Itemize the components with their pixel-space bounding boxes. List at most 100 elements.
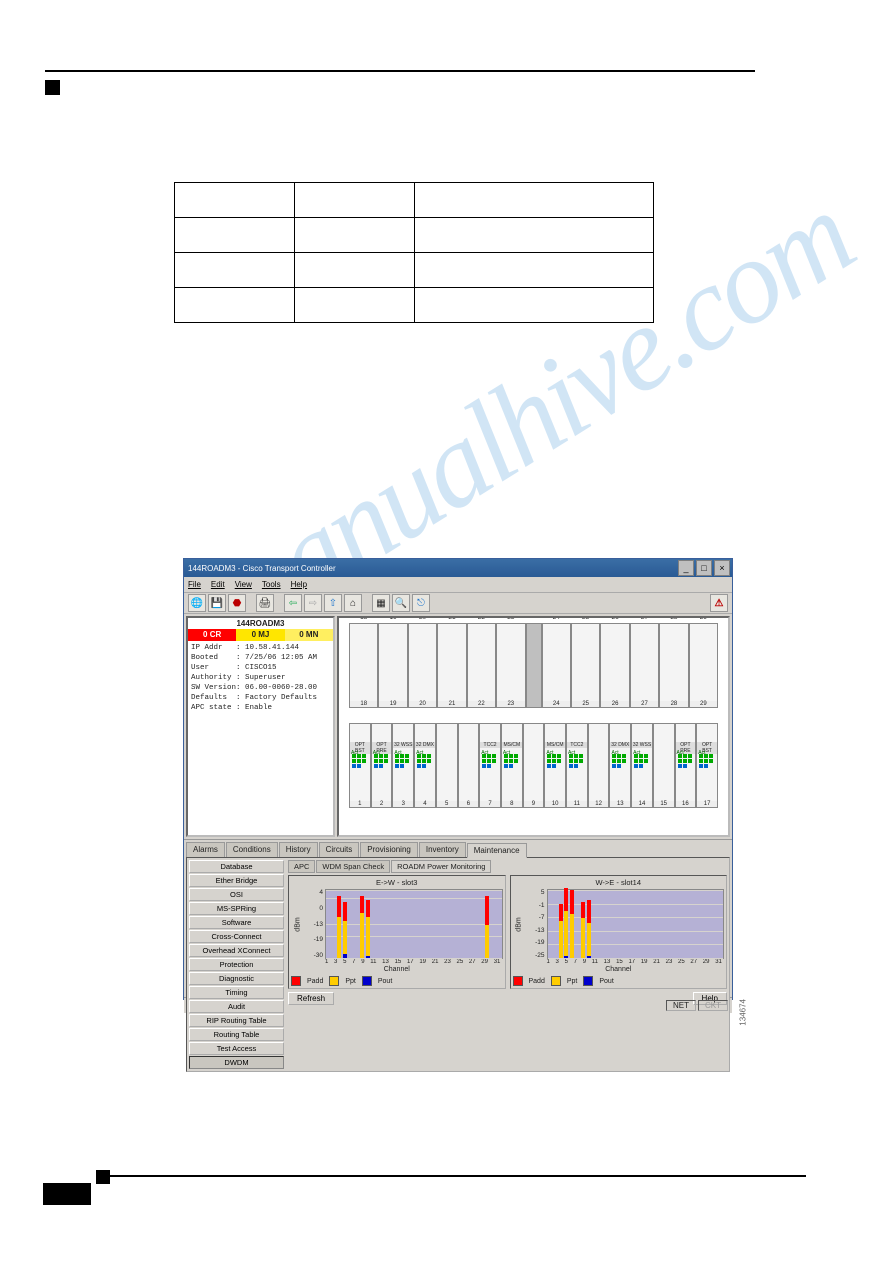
refresh-button[interactable]: Refresh <box>288 992 334 1005</box>
main-tab-conditions[interactable]: Conditions <box>226 842 278 857</box>
alarm-mn[interactable]: 0 MN <box>285 629 333 641</box>
figure-number: 134674 <box>739 999 748 1026</box>
slot-24[interactable]: 2424 <box>542 623 571 708</box>
slot-2[interactable]: 2OPT PREAct <box>371 723 393 808</box>
status-ckt[interactable]: CKT <box>698 1000 728 1011</box>
menu-help[interactable]: Help <box>291 580 307 589</box>
footer-square-large <box>43 1183 91 1205</box>
side-btn-overhead-xconnect[interactable]: Overhead XConnect <box>189 944 284 957</box>
main-tab-provisioning[interactable]: Provisioning <box>360 842 418 857</box>
link-icon[interactable]: ⎋ <box>412 594 430 612</box>
slot-3[interactable]: 332 WSSAct <box>392 723 414 808</box>
alarm-icon[interactable]: ⚠ <box>710 594 728 612</box>
slot-11[interactable]: 11TCC2Act <box>566 723 588 808</box>
side-btn-database[interactable]: Database <box>189 860 284 873</box>
stop-icon[interactable]: ⬣ <box>228 594 246 612</box>
ctc-screenshot: 144ROADM3 - Cisco Transport Controller _… <box>183 558 733 1000</box>
print-icon[interactable]: 🖨 <box>256 594 274 612</box>
home-icon[interactable]: ⌂ <box>344 594 362 612</box>
side-btn-routing-table[interactable]: Routing Table <box>189 1028 284 1041</box>
alarm-mj[interactable]: 0 MJ <box>236 629 284 641</box>
slot-25[interactable]: 2525 <box>571 623 600 708</box>
minimize-button[interactable]: _ <box>678 560 694 576</box>
slot-14[interactable]: 1432 WSSAct <box>631 723 653 808</box>
main-tab-history[interactable]: History <box>279 842 318 857</box>
close-button[interactable]: × <box>714 560 730 576</box>
zoom-icon[interactable]: 🔍 <box>392 594 410 612</box>
header-rule <box>45 70 755 72</box>
sub-tab-apc[interactable]: APC <box>288 860 315 873</box>
slot-23[interactable]: 2323 <box>496 623 525 708</box>
sub-tabs: APCWDM Span CheckROADM Power Monitoring <box>288 860 727 873</box>
window-titlebar[interactable]: 144ROADM3 - Cisco Transport Controller _… <box>184 559 732 577</box>
toolbar: 🌐 💾 ⬣ 🖨 ⇦ ⇨ ⇧ ⌂ ▦ 🔍 ⎋ ⚠ <box>184 592 732 614</box>
slot-7[interactable]: 7TCC2Act <box>479 723 501 808</box>
alarm-cr[interactable]: 0 CR <box>188 629 236 641</box>
status-net[interactable]: NET <box>666 1000 696 1011</box>
slot-22[interactable]: 2222 <box>467 623 496 708</box>
slot-28[interactable]: 2828 <box>659 623 688 708</box>
charts-row: E->W - slot3dBm40-13-19-3013579111315171… <box>288 875 727 989</box>
menubar[interactable]: File Edit View Tools Help <box>184 577 732 592</box>
side-btn-osi[interactable]: OSI <box>189 888 284 901</box>
main-tab-inventory[interactable]: Inventory <box>419 842 466 857</box>
side-btn-rip-routing-table[interactable]: RIP Routing Table <box>189 1014 284 1027</box>
menu-file[interactable]: File <box>188 580 201 589</box>
side-btn-cross-connect[interactable]: Cross-Connect <box>189 930 284 943</box>
node-title: 144ROADM3 <box>188 618 333 629</box>
slot-9[interactable]: 9 <box>523 723 545 808</box>
side-btn-ether-bridge[interactable]: Ether Bridge <box>189 874 284 887</box>
sub-tab-roadm-power-monitoring[interactable]: ROADM Power Monitoring <box>391 860 491 873</box>
slot-20[interactable]: 2020 <box>408 623 437 708</box>
parameter-table <box>174 182 654 323</box>
header-square <box>45 80 60 95</box>
footer-square-small <box>96 1170 110 1184</box>
node-info-text: IP Addr : 10.58.41.144 Booted : 7/25/06 … <box>188 641 333 715</box>
side-btn-audit[interactable]: Audit <box>189 1000 284 1013</box>
slot-16[interactable]: 16OPT PREAct <box>675 723 697 808</box>
main-tab-alarms[interactable]: Alarms <box>186 842 225 857</box>
slot-10[interactable]: 10MS/CMAct <box>544 723 566 808</box>
side-btn-test-access[interactable]: Test Access <box>189 1042 284 1055</box>
fwd-icon[interactable]: ⇨ <box>304 594 322 612</box>
maximize-button[interactable]: □ <box>696 560 712 576</box>
slot-17[interactable]: 17OPT BSTAct <box>696 723 718 808</box>
side-btn-software[interactable]: Software <box>189 916 284 929</box>
slot-21[interactable]: 2121 <box>437 623 466 708</box>
slot-26[interactable]: 2626 <box>600 623 629 708</box>
fan-tray <box>526 623 542 708</box>
node-info-pane: 144ROADM3 0 CR 0 MJ 0 MN IP Addr : 10.58… <box>186 616 335 837</box>
up-icon[interactable]: ⇧ <box>324 594 342 612</box>
slot-4[interactable]: 432 DMXAct <box>414 723 436 808</box>
save-icon[interactable]: 💾 <box>208 594 226 612</box>
main-tab-maintenance[interactable]: Maintenance <box>467 843 527 858</box>
back-icon[interactable]: ⇦ <box>284 594 302 612</box>
chart-w-e-slot14: W->E - slot14dBm5-1-7-13-19-251357911131… <box>510 875 728 989</box>
menu-view[interactable]: View <box>235 580 252 589</box>
side-btn-protection[interactable]: Protection <box>189 958 284 971</box>
slot-1[interactable]: 1OPT BSTAct <box>349 723 371 808</box>
slot-15[interactable]: 15 <box>653 723 675 808</box>
grid-icon[interactable]: ▦ <box>372 594 390 612</box>
side-btn-dwdm[interactable]: DWDM <box>189 1056 284 1069</box>
globe-icon[interactable]: 🌐 <box>188 594 206 612</box>
shelf-view[interactable]: 181819192020212122222323 2424252526262727… <box>337 616 730 837</box>
slot-8[interactable]: 8MS/CMAct <box>501 723 523 808</box>
slot-29[interactable]: 2929 <box>689 623 718 708</box>
menu-edit[interactable]: Edit <box>211 580 225 589</box>
slot-27[interactable]: 2727 <box>630 623 659 708</box>
sub-tab-wdm-span-check[interactable]: WDM Span Check <box>316 860 390 873</box>
side-btn-timing[interactable]: Timing <box>189 986 284 999</box>
slot-13[interactable]: 1332 DMXAct <box>609 723 631 808</box>
slot-18[interactable]: 1818 <box>349 623 378 708</box>
main-tab-circuits[interactable]: Circuits <box>319 842 360 857</box>
slot-5[interactable]: 5 <box>436 723 458 808</box>
slot-6[interactable]: 6 <box>458 723 480 808</box>
slot-12[interactable]: 12 <box>588 723 610 808</box>
side-btn-diagnostic[interactable]: Diagnostic <box>189 972 284 985</box>
main-tabs: AlarmsConditionsHistoryCircuitsProvision… <box>184 840 732 857</box>
side-btn-ms-spring[interactable]: MS-SPRing <box>189 902 284 915</box>
menu-tools[interactable]: Tools <box>262 580 281 589</box>
slot-19[interactable]: 1919 <box>378 623 407 708</box>
app-title: 144ROADM3 - Cisco Transport Controller <box>188 564 336 573</box>
